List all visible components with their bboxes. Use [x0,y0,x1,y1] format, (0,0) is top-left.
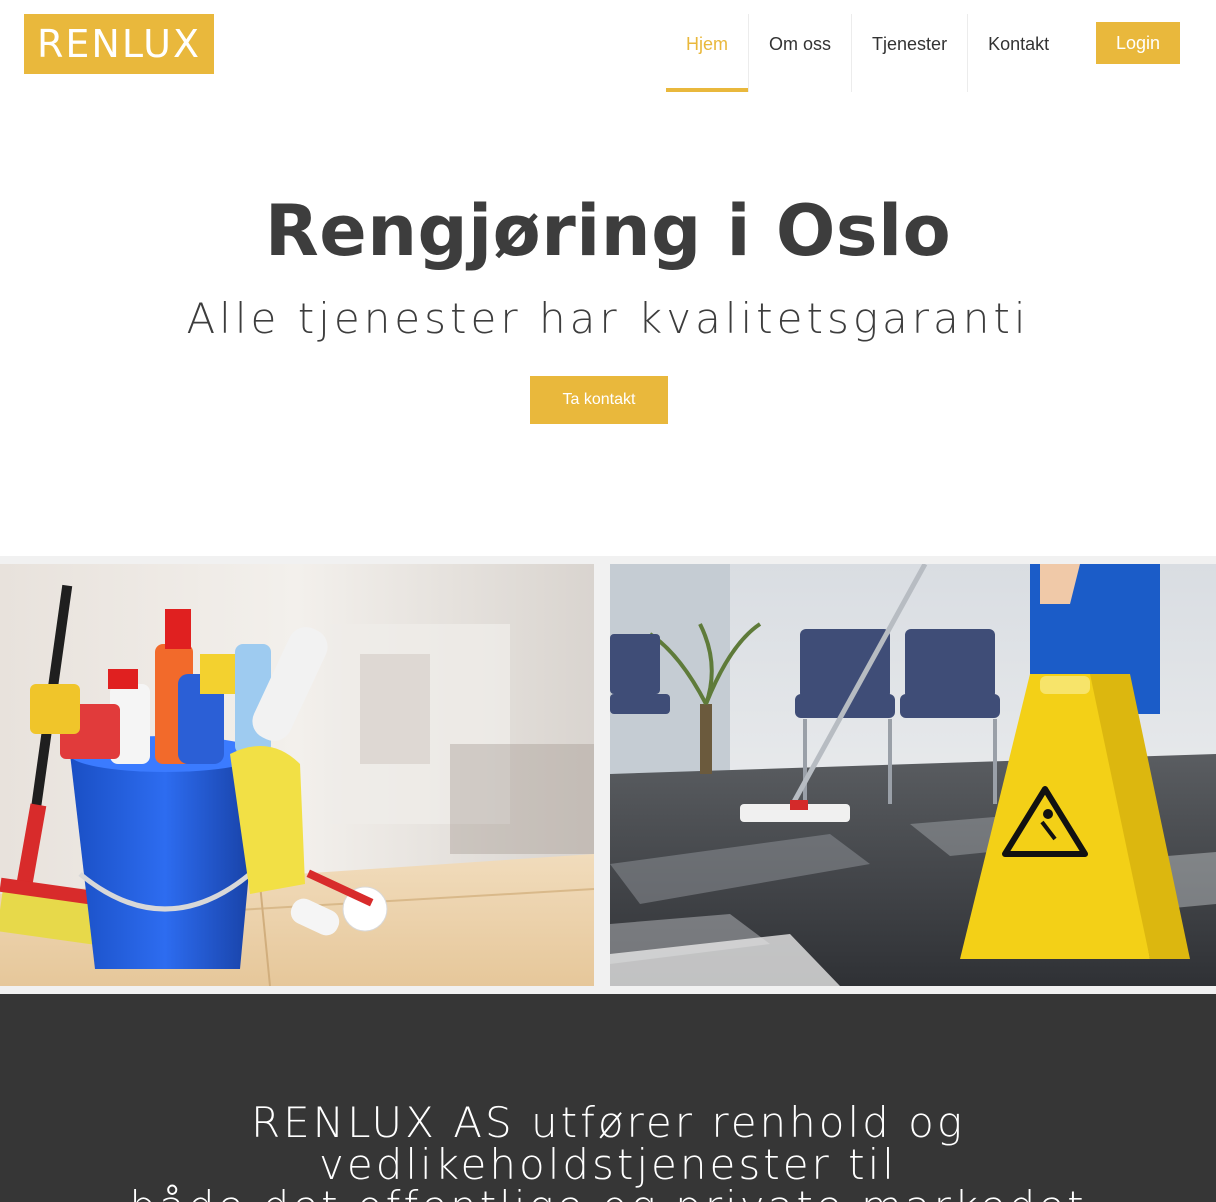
contact-button[interactable]: Ta kontakt [530,376,668,424]
about-text-line-2: både det offentlige og private markedet [0,1186,1216,1202]
image-band [0,556,1216,994]
logo-text: RENLUX [37,22,201,66]
mopping-floor-image [610,564,1216,986]
nav-item-kontakt[interactable]: Kontakt [967,14,1069,92]
cleaning-supplies-image [0,564,594,986]
nav-item-label: Hjem [686,34,729,54]
nav-item-tjenester[interactable]: Tjenester [851,14,967,92]
logo[interactable]: RENLUX [24,14,214,74]
about-text-line-1: RENLUX AS utfører renhold og vedlikehold… [250,1098,966,1189]
main-nav: Hjem Om oss Tjenester Kontakt [666,14,1069,92]
about-text: RENLUX AS utfører renhold og vedlikehold… [0,1102,1216,1202]
about-section: RENLUX AS utfører renhold og vedlikehold… [0,994,1216,1202]
nav-item-label: Tjenester [872,34,948,54]
nav-item-om-oss[interactable]: Om oss [748,14,851,92]
nav-item-label: Kontakt [988,34,1050,54]
nav-item-hjem[interactable]: Hjem [666,14,749,92]
login-button[interactable]: Login [1096,22,1180,64]
nav-item-label: Om oss [769,34,832,54]
mopping-floor-illustration [610,564,1216,986]
hero-title: Rengjøring i Oslo [264,190,952,272]
cleaning-supplies-illustration [0,564,594,986]
hero-subtitle: Alle tjenester har kvalitetsgaranti [186,294,1030,343]
